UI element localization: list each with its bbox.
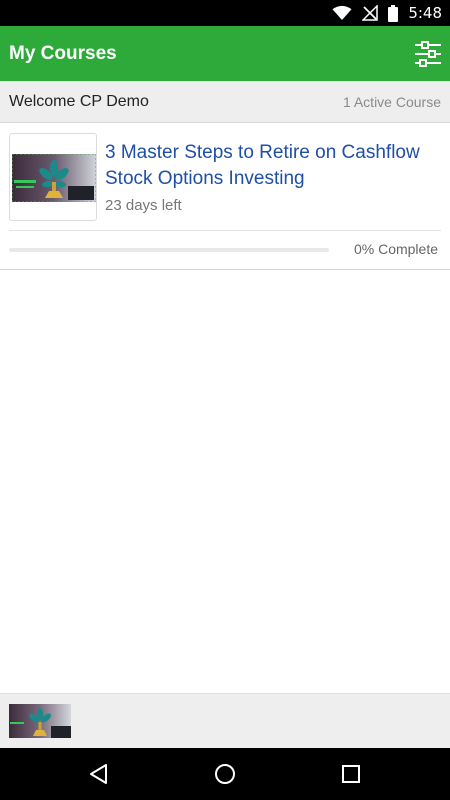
- status-time: 5:48: [408, 4, 442, 22]
- battery-icon: [388, 4, 399, 22]
- course-days-left: 23 days left: [105, 197, 182, 214]
- status-bar: 5:48: [0, 0, 450, 26]
- filter-button[interactable]: [412, 38, 444, 70]
- bottom-bar: [0, 693, 450, 748]
- wifi-icon: [332, 5, 352, 20]
- course-title-link[interactable]: 3 Master Steps to Retire on Cashflow Sto…: [105, 140, 435, 192]
- active-course-count: 1 Active Course: [342, 94, 441, 110]
- school-logo-image[interactable]: [9, 704, 71, 738]
- course-progress-label: 0% Complete: [353, 241, 438, 257]
- course-logo-image: [12, 154, 96, 202]
- recents-icon[interactable]: [339, 762, 363, 786]
- home-icon[interactable]: [213, 762, 237, 786]
- welcome-bar: Welcome CP Demo 1 Active Course: [0, 81, 450, 123]
- no-signal-icon: [362, 5, 379, 21]
- sliders-icon: [415, 41, 441, 67]
- back-icon[interactable]: [87, 762, 111, 786]
- course-card[interactable]: 3 Master Steps to Retire on Cashflow Sto…: [0, 124, 450, 270]
- app-bar: My Courses: [0, 26, 450, 81]
- card-divider: [9, 230, 441, 231]
- status-icons: 5:48: [332, 0, 442, 26]
- page-title: My Courses: [9, 43, 117, 64]
- course-progress-bar: [9, 248, 329, 252]
- navigation-bar: [0, 748, 450, 800]
- welcome-greeting: Welcome CP Demo: [9, 93, 149, 110]
- course-thumbnail[interactable]: [9, 133, 97, 221]
